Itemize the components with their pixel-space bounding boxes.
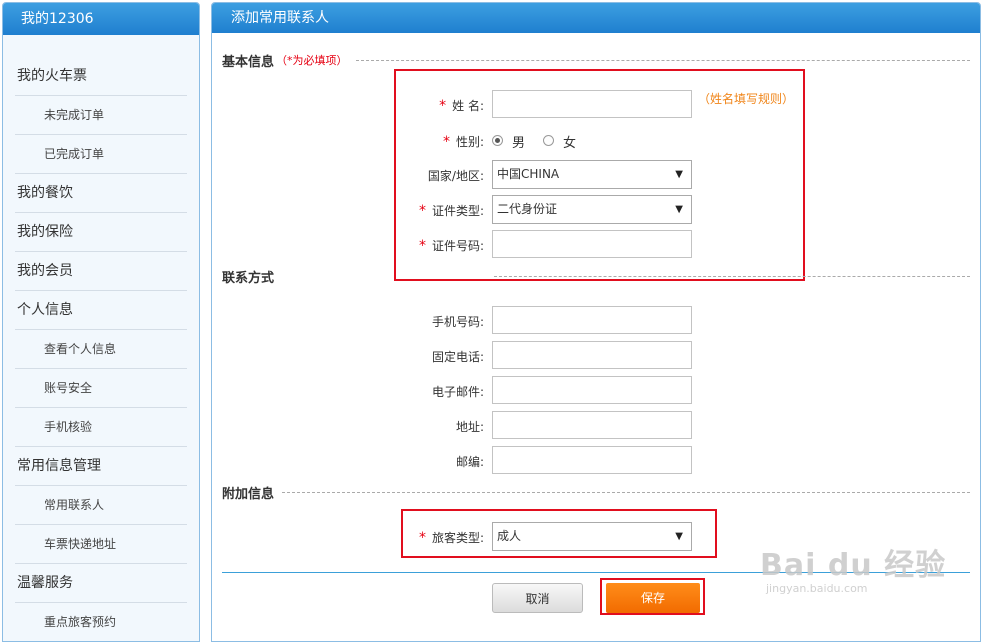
address-input[interactable] [492,411,692,439]
address-row: 地址: [380,411,484,441]
section-contact-title: 联系方式 [222,270,275,286]
phone-row: 固定电话: [380,341,484,371]
mobile-label: 手机号码: [431,315,484,329]
sidebar-item[interactable]: 常用信息管理 [15,447,187,486]
baidu-jingyan-watermark: Bai du 经验 jingyan.baidu.com [760,540,946,595]
email-label: 电子邮件: [431,385,484,399]
section-extra: 附加信息 [222,483,970,502]
postcode-row: 邮编: [380,446,484,476]
sidebar-item[interactable]: 我的会员 [15,252,187,291]
sidebar-subitem[interactable]: 已完成订单 [15,135,187,174]
section-extra-title: 附加信息 [222,486,275,502]
sidebar-item[interactable]: 个人信息 [15,291,187,330]
required-note: （*为必填项） [276,54,348,67]
sidebar-subitem[interactable]: 未完成订单 [15,96,187,135]
sidebar-subitem[interactable]: 车票快递地址 [15,525,187,564]
sidebar-subitem[interactable]: 重点旅客预约 [15,603,187,641]
email-input[interactable] [492,376,692,404]
sidebar-subitem[interactable]: 账号安全 [15,369,187,408]
highlight-passenger-type [401,509,717,558]
watermark-logo-text: Bai du 经验 [760,548,947,583]
sidebar-item[interactable]: 我的保险 [15,213,187,252]
section-basic-title: 基本信息 [222,54,275,70]
sidebar-subitem[interactable]: 常用联系人 [15,486,187,525]
page-title: 添加常用联系人 [212,3,980,33]
sidebar-item[interactable]: 我的餐饮 [15,174,187,213]
phone-input[interactable] [492,341,692,369]
email-row: 电子邮件: [380,376,484,406]
sidebar-subitem[interactable]: 查看个人信息 [15,330,187,369]
postcode-input[interactable] [492,446,692,474]
sidebar-item[interactable]: 我的火车票 [15,57,187,96]
sidebar-menu: 我的火车票 未完成订单 已完成订单 我的餐饮 我的保险 我的会员 个人信息 查看个人信息 账号安… [3,57,199,641]
postcode-label: 邮编: [455,455,484,469]
mobile-row: 手机号码: [380,306,484,336]
section-basic-info: 基本信息 （*为必填项） [222,51,970,70]
highlight-save-button [600,578,705,615]
section-divider [494,275,970,277]
section-divider [355,59,970,61]
cancel-button[interactable]: 取消 [492,583,583,613]
address-label: 地址: [455,420,484,434]
phone-label: 固定电话: [431,350,484,364]
sidebar-subitem[interactable]: 手机核验 [15,408,187,447]
sidebar-title: 我的12306 [3,3,199,35]
section-divider [282,491,970,493]
sidebar-item[interactable]: 温馨服务 [15,564,187,603]
section-contact: 联系方式 [222,267,970,286]
mobile-input[interactable] [492,306,692,334]
sidebar: 我的12306 我的火车票 未完成订单 已完成订单 我的餐饮 我的保险 我的会员 个人信息查… [2,2,200,642]
highlight-basic-fields [394,69,805,281]
